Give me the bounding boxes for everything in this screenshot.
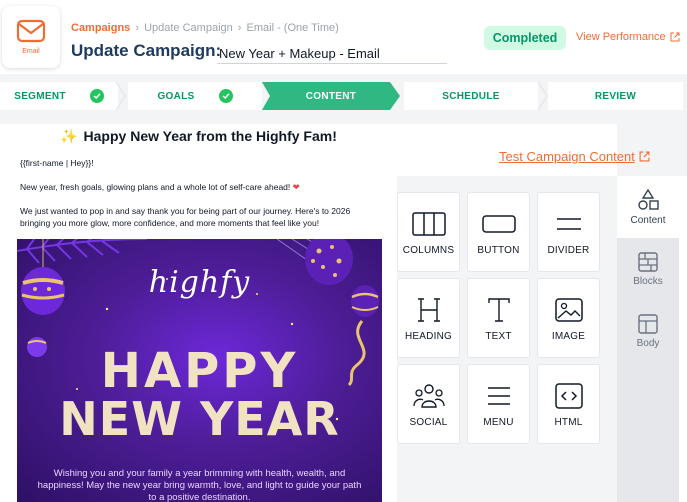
tool-label: DIVIDER — [547, 244, 590, 256]
test-campaign-content-label: Test Campaign Content — [499, 149, 635, 164]
breadcrumb-campaigns[interactable]: Campaigns — [71, 22, 130, 34]
email-heading: ✨ Happy New Year from the Highfy Fam! — [0, 128, 397, 145]
test-campaign-content-link[interactable]: Test Campaign Content — [499, 149, 650, 164]
tool-divider[interactable]: DIVIDER — [537, 192, 600, 272]
content-tools-grid: COLUMNS BUTTON DIVIDER HEADING TEXT IMAG… — [397, 176, 616, 502]
banner-new-year: NEW YEAR — [59, 392, 340, 446]
step-label: GOALS — [157, 90, 195, 102]
step-goals[interactable]: GOALS — [128, 82, 262, 110]
step-content[interactable]: CONTENT — [262, 82, 400, 110]
campaign-steps: SEGMENT GOALS CONTENT SCHEDULE REVIEW — [0, 82, 687, 110]
heading-icon — [417, 297, 440, 322]
tab-label: Body — [636, 337, 660, 349]
tool-label: HTML — [554, 416, 583, 428]
step-review[interactable]: REVIEW — [548, 82, 683, 110]
divider-icon — [556, 217, 581, 230]
campaign-name-input[interactable] — [217, 44, 447, 64]
tab-body[interactable]: Body — [617, 300, 679, 362]
button-icon — [481, 214, 516, 233]
banner-wish-text: Wishing you and your family a year brimm… — [37, 468, 362, 502]
tool-label: SOCIAL — [409, 416, 448, 428]
tool-label: TEXT — [485, 330, 512, 342]
channel-label: Email — [22, 48, 40, 55]
tool-columns[interactable]: COLUMNS — [397, 192, 460, 272]
sparkles-icon: ✨ — [60, 128, 78, 144]
social-icon — [412, 383, 445, 408]
tool-text[interactable]: TEXT — [467, 278, 530, 358]
scroll-gutter — [679, 176, 687, 502]
email-paragraph-1-text: New year, fresh goals, glowing plans and… — [20, 182, 291, 192]
tool-html[interactable]: HTML — [537, 364, 600, 444]
email-paragraph-1: New year, fresh goals, glowing plans and… — [20, 181, 365, 193]
tool-label: MENU — [483, 416, 514, 428]
tab-label: Content — [630, 214, 666, 226]
email-preview[interactable]: ✨ Happy New Year from the Highfy Fam! {{f… — [0, 124, 397, 502]
step-segment[interactable]: SEGMENT — [0, 82, 118, 110]
channel-email-tile: Email — [2, 6, 60, 68]
email-greeting: {{first-name | Hey}}! — [20, 158, 94, 168]
body-icon — [638, 313, 658, 334]
tab-blocks[interactable]: Blocks — [617, 238, 679, 300]
heart-icon: ❤ — [292, 182, 300, 192]
tool-label: BUTTON — [477, 244, 520, 256]
chevron-right-icon: › — [234, 22, 245, 34]
new-year-banner-image: highfy HAPPY NEW YEAR Wishing you and yo… — [17, 239, 382, 502]
envelope-icon — [16, 19, 46, 43]
tool-label: COLUMNS — [402, 244, 455, 256]
breadcrumb-email-one-time: Email - (One Time) — [246, 22, 339, 34]
content-shapes-icon — [638, 188, 659, 210]
campaign-header: Email Campaigns › Update Campaign › Emai… — [0, 0, 687, 74]
tool-image[interactable]: IMAGE — [537, 278, 600, 358]
check-icon — [89, 89, 104, 103]
tool-label: HEADING — [405, 330, 452, 342]
view-performance-link[interactable]: View Performance — [576, 31, 680, 43]
tool-social[interactable]: SOCIAL — [397, 364, 460, 444]
builder-side-tabs: Content Blocks Body — [617, 176, 687, 502]
highfy-logo: highfy — [148, 265, 251, 300]
breadcrumb: Campaigns › Update Campaign › Email - (O… — [71, 22, 339, 34]
email-paragraph-2: We just wanted to pop in and say thank y… — [20, 206, 351, 228]
blocks-icon — [638, 251, 658, 272]
status-badge: Completed — [484, 26, 566, 50]
tool-label: IMAGE — [551, 330, 586, 342]
chevron-right-icon: › — [132, 22, 143, 34]
external-link-icon — [670, 32, 680, 42]
columns-icon — [411, 211, 446, 236]
tab-label: Blocks — [633, 275, 663, 287]
check-icon — [218, 89, 233, 103]
html-icon — [554, 382, 583, 409]
tool-button[interactable]: BUTTON — [467, 192, 530, 272]
view-performance-label: View Performance — [576, 31, 666, 43]
text-icon — [487, 297, 510, 322]
step-schedule[interactable]: SCHEDULE — [404, 82, 538, 110]
image-icon — [554, 297, 583, 322]
step-label: SCHEDULE — [442, 90, 500, 102]
page-title: Update Campaign: — [71, 41, 222, 60]
tab-content[interactable]: Content — [617, 176, 679, 238]
step-label: CONTENT — [305, 90, 357, 102]
external-link-icon — [639, 151, 650, 162]
step-label: REVIEW — [594, 90, 637, 102]
menu-icon — [487, 386, 510, 405]
step-divider-icon — [115, 82, 126, 110]
step-label: SEGMENT — [14, 90, 66, 102]
breadcrumb-update-campaign[interactable]: Update Campaign — [144, 22, 233, 34]
tool-menu[interactable]: MENU — [467, 364, 530, 444]
tool-heading[interactable]: HEADING — [397, 278, 460, 358]
banner-happy: HAPPY — [100, 343, 299, 399]
email-heading-text: Happy New Year from the Highfy Fam! — [83, 128, 337, 144]
